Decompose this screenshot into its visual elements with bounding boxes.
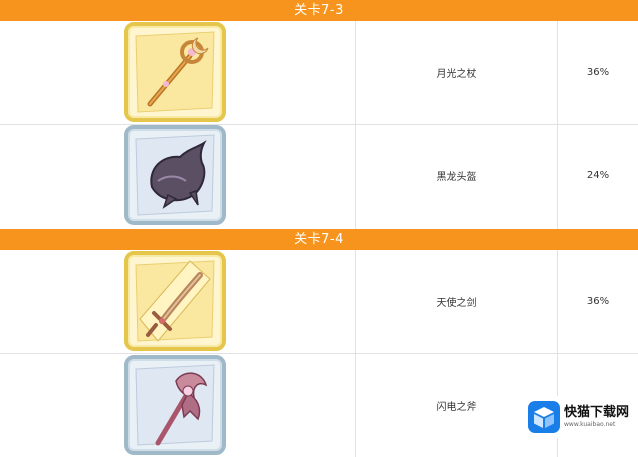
watermark-title: 快猫下载网 (564, 405, 630, 420)
item-image-cell (0, 250, 355, 353)
table-row: 月光之杖 36% (0, 21, 638, 124)
lightning-axe-icon (124, 355, 226, 455)
item-name: 黑龙头盔 (436, 172, 477, 183)
item-image-cell (0, 124, 355, 227)
item-image-cell (0, 353, 355, 457)
black-dragon-helmet-icon (124, 125, 226, 225)
column-divider (355, 21, 356, 229)
table-row: 黑龙头盔 24% (0, 124, 638, 227)
table-row: 天使之剑 36% (0, 250, 638, 353)
row-divider (0, 353, 638, 354)
row-divider (0, 124, 638, 125)
box-logo-icon (528, 401, 560, 433)
drop-rate: 36% (586, 296, 610, 307)
drop-rate: 36% (586, 67, 610, 78)
item-name: 天使之剑 (436, 298, 477, 309)
angel-sword-icon (124, 251, 226, 351)
watermark-url: www.kuaibao.net (564, 421, 616, 428)
watermark: 快猫下载网 www.kuaibao.net (524, 396, 632, 438)
stage-header: 关卡7-4 (0, 229, 638, 250)
item-name: 月光之杖 (436, 69, 477, 80)
drop-rate: 24% (586, 170, 610, 181)
moonlight-staff-icon (124, 22, 226, 122)
column-divider (557, 21, 558, 229)
stage-header: 关卡7-3 (0, 0, 638, 21)
item-image-cell (0, 21, 355, 124)
drop-table: 关卡7-3 月光之杖 36% 黑龙头盔 24% 关卡7-4 天使之剑 36% 闪… (0, 0, 638, 457)
